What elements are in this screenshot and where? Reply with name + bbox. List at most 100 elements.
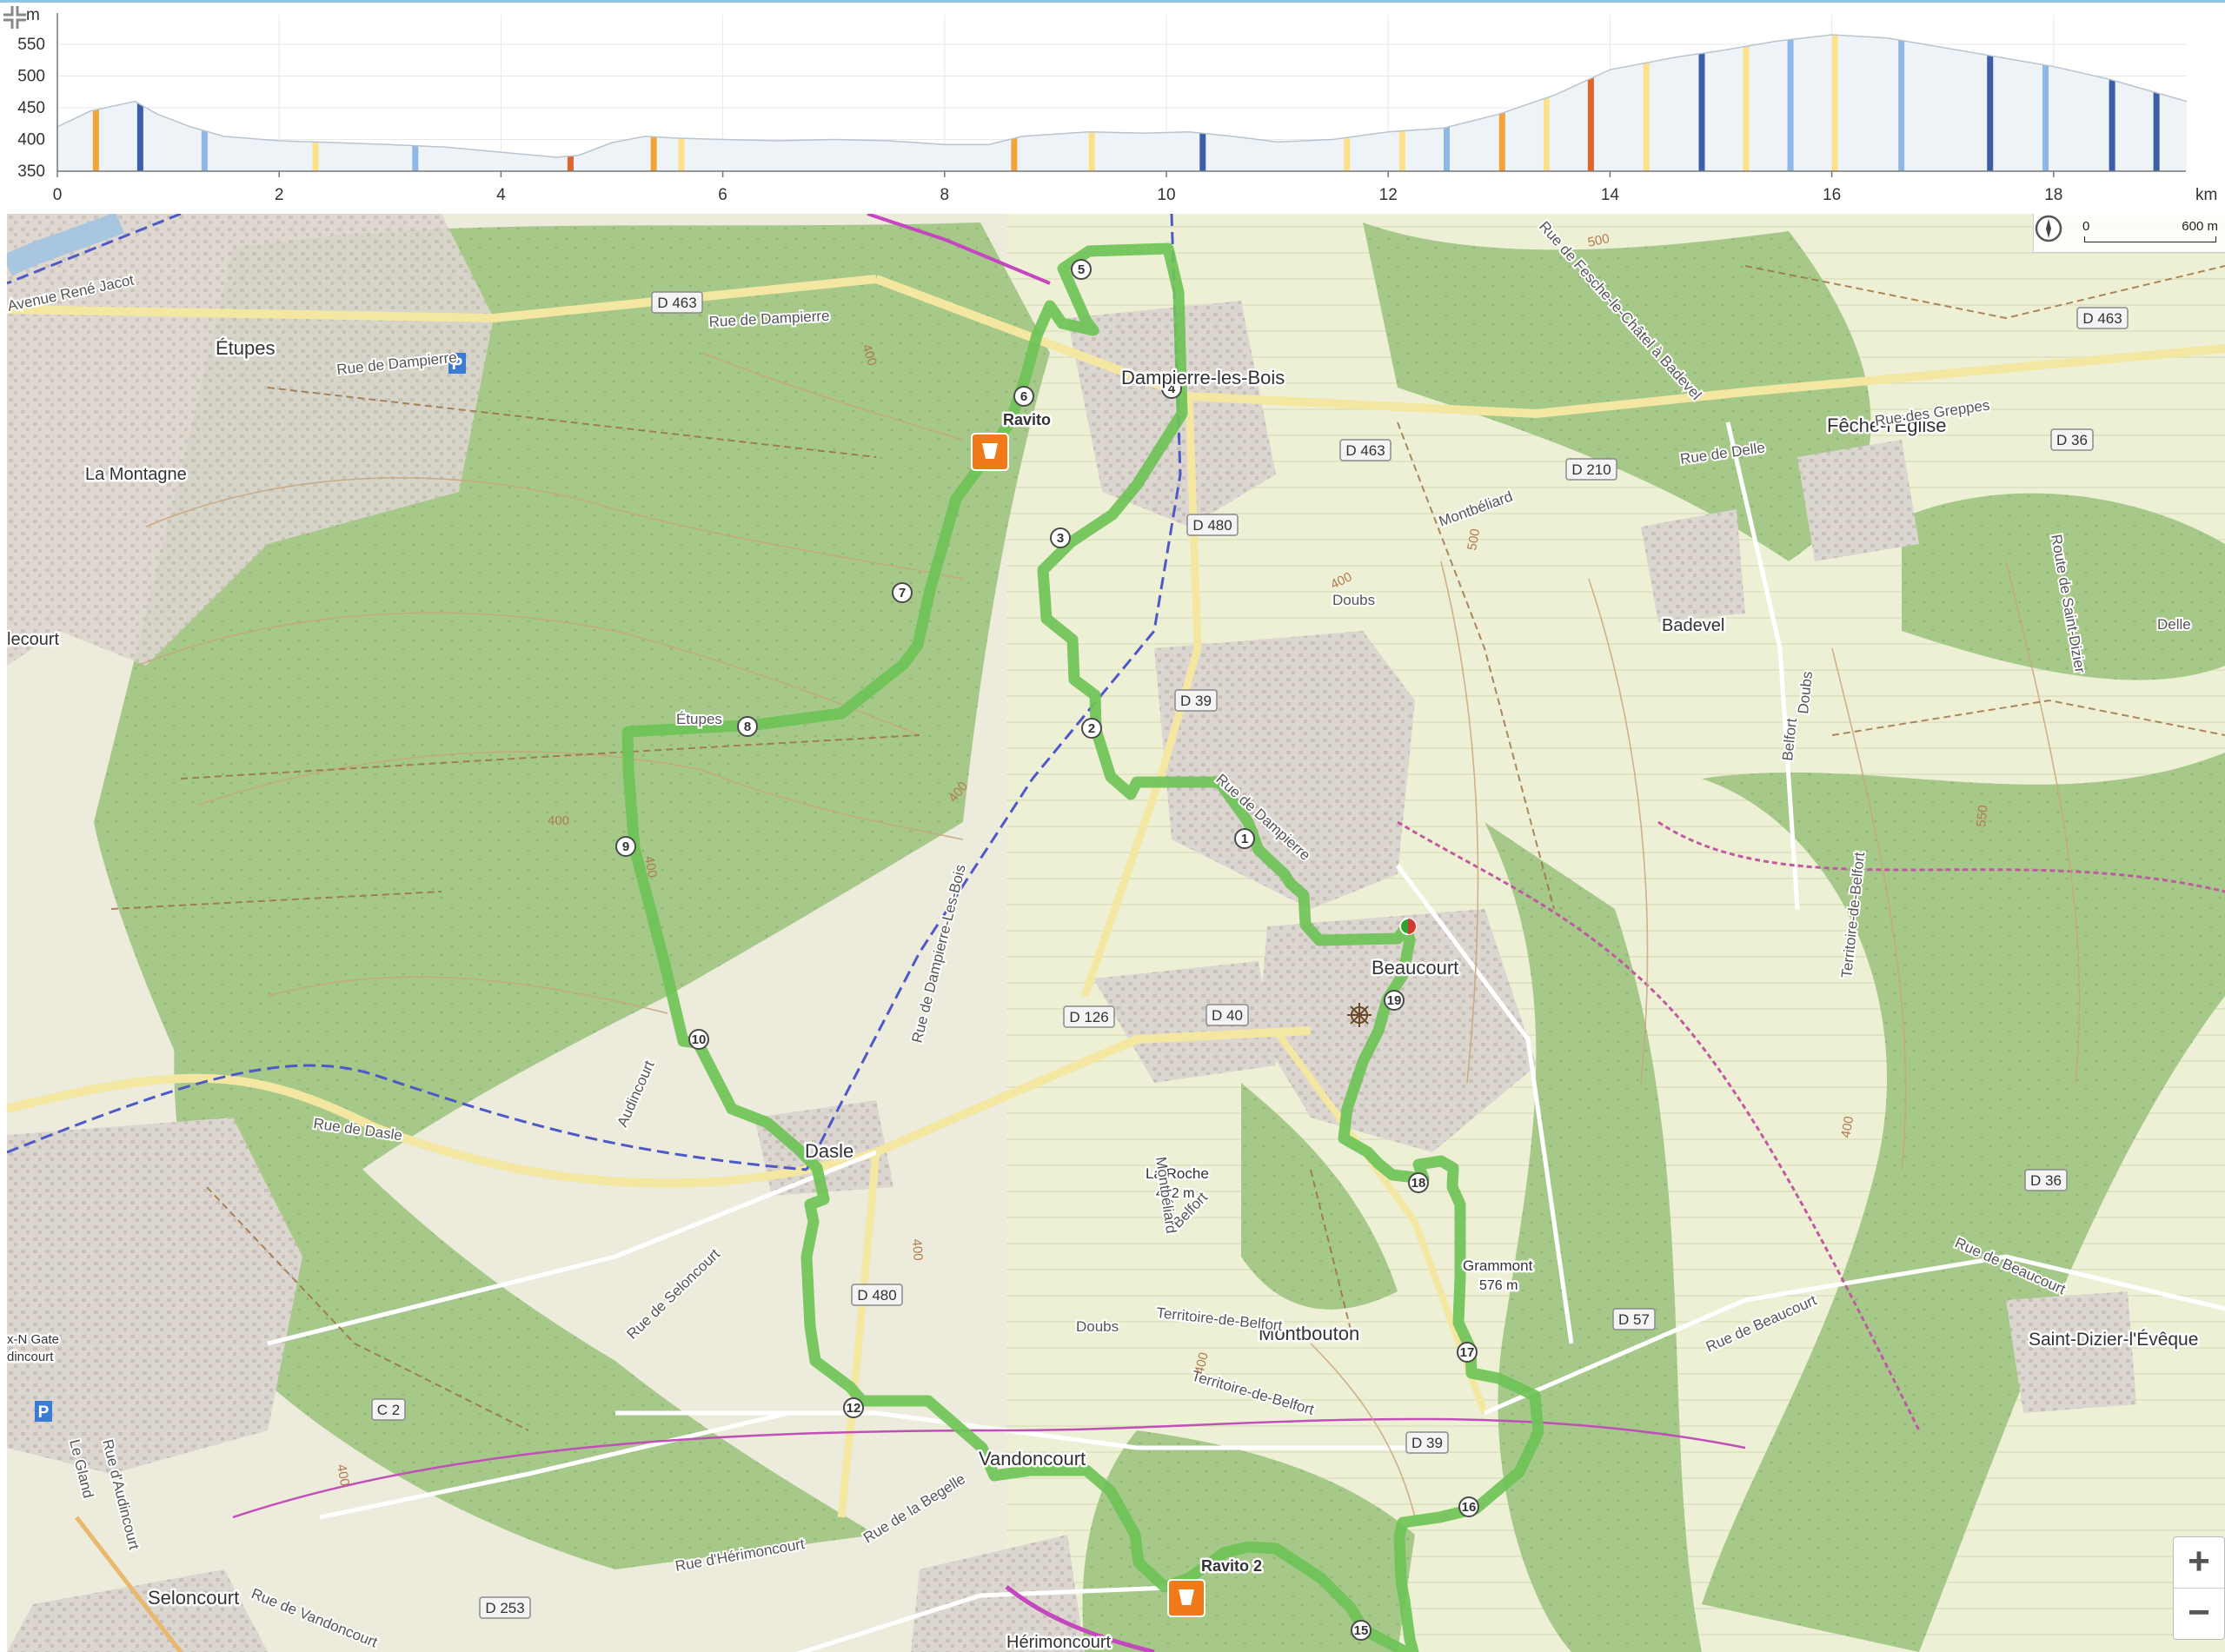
svg-text:D 480: D 480 xyxy=(1192,517,1232,534)
svg-text:Ravito 2: Ravito 2 xyxy=(1201,1557,1262,1575)
scale-zero-label: 0 xyxy=(2082,219,2090,234)
compass-icon[interactable] xyxy=(2034,214,2063,243)
contour-label: 550 xyxy=(1974,805,1991,828)
zoom-out-button[interactable]: − xyxy=(2174,1589,2224,1639)
x-tick-label: 16 xyxy=(1823,186,1841,204)
svg-text:17: 17 xyxy=(1460,1345,1475,1360)
place-label: La Montagne xyxy=(85,465,187,484)
x-tick-label: 4 xyxy=(496,186,506,204)
road-label: Delle xyxy=(2157,616,2191,633)
road-shield: D 36 xyxy=(2050,428,2094,451)
road-shield: D 210 xyxy=(1565,458,1617,481)
svg-text:9: 9 xyxy=(622,839,629,854)
svg-text:19: 19 xyxy=(1387,993,1402,1008)
svg-text:7: 7 xyxy=(899,586,906,600)
slope-stripe xyxy=(1498,36,1505,171)
x-tick-label: 12 xyxy=(1379,186,1398,204)
collapse-icon[interactable] xyxy=(0,3,30,32)
contour-label: 400 xyxy=(909,1238,926,1261)
svg-text:D 36: D 36 xyxy=(2056,432,2088,448)
km-marker: 6 xyxy=(1013,386,1034,407)
svg-text:Ravito: Ravito xyxy=(1003,411,1051,428)
place-label: Grammont xyxy=(1463,1257,1533,1274)
road-label: Doubs xyxy=(1076,1318,1119,1335)
km-marker: 1 xyxy=(1234,828,1255,849)
x-tick-label: 2 xyxy=(275,186,284,204)
place-label: dincourt xyxy=(7,1350,54,1364)
map-canvas[interactable]: 1 2 3 4 5 6 7 8 9 10 12 15 16 17 18 19 R… xyxy=(7,214,2225,1652)
road-shield: D 39 xyxy=(1405,1431,1449,1454)
slope-stripe xyxy=(1444,36,1450,171)
svg-text:D 210: D 210 xyxy=(1571,461,1611,478)
svg-text:10: 10 xyxy=(692,1032,707,1047)
slope-stripe xyxy=(1898,36,1905,171)
road-shield: D 126 xyxy=(1063,1005,1115,1028)
start-marker[interactable] xyxy=(1399,918,1417,935)
km-marker: 5 xyxy=(1071,259,1092,280)
contour-label: 400 xyxy=(548,813,569,828)
place-label: Étupes xyxy=(216,337,276,359)
svg-text:6: 6 xyxy=(1020,389,1027,404)
x-tick-label: 10 xyxy=(1157,186,1175,204)
slope-stripe xyxy=(1088,36,1095,171)
place-label: Dampierre-les-Bois xyxy=(1121,367,1285,388)
zoom-in-button[interactable]: + xyxy=(2174,1537,2224,1589)
y-tick-label: 350 xyxy=(17,163,45,181)
slope-stripe xyxy=(1587,36,1594,171)
svg-text:D 463: D 463 xyxy=(1345,442,1385,459)
slope-stripe xyxy=(312,36,319,171)
svg-text:3: 3 xyxy=(1057,531,1064,546)
place-label: Dasle xyxy=(805,1140,853,1162)
road-shield: D 57 xyxy=(1612,1308,1656,1330)
svg-text:8: 8 xyxy=(744,720,751,734)
slope-stripe xyxy=(1698,36,1705,171)
slope-stripe xyxy=(2109,36,2115,171)
svg-text:D 126: D 126 xyxy=(1069,1009,1108,1025)
elevation-chart: 5505004504003500 2 4 6 8 10 12 14 16 18mkm xyxy=(17,6,2217,204)
km-marker: 8 xyxy=(737,716,758,737)
slope-stripe xyxy=(650,36,657,171)
svg-text:D 57: D 57 xyxy=(1618,1311,1650,1328)
road-shield: D 480 xyxy=(851,1284,903,1306)
road-shield: D 40 xyxy=(1205,1004,1249,1026)
map-view[interactable]: 1 2 3 4 5 6 7 8 9 10 12 15 16 17 18 19 R… xyxy=(7,214,2225,1652)
place-label: lecourt xyxy=(7,630,59,649)
zoom-control[interactable]: + − xyxy=(2173,1536,2225,1640)
slope-stripe xyxy=(1344,36,1351,171)
svg-text:5: 5 xyxy=(1078,262,1085,277)
slope-stripe xyxy=(1787,36,1794,171)
svg-text:D 480: D 480 xyxy=(857,1287,896,1304)
slope-stripe xyxy=(201,36,208,171)
road-shield: D 480 xyxy=(1186,514,1239,536)
svg-text:12: 12 xyxy=(847,1401,861,1416)
km-marker: 7 xyxy=(892,582,913,603)
road-shield: D 463 xyxy=(651,291,703,314)
svg-text:D 253: D 253 xyxy=(485,1600,524,1616)
slope-stripe xyxy=(1831,36,1838,171)
scale-bar-line xyxy=(2084,236,2216,242)
slope-stripe xyxy=(1199,36,1206,171)
x-tick-label: 0 xyxy=(53,186,63,204)
svg-text:D 39: D 39 xyxy=(1180,693,1212,709)
slope-stripe xyxy=(2042,36,2049,171)
svg-text:16: 16 xyxy=(1462,1500,1477,1515)
road-shield: C 2 xyxy=(371,1398,406,1421)
place-label: Beaucourt xyxy=(1372,957,1458,979)
x-tick-label: 14 xyxy=(1601,186,1620,204)
place-label: Vandoncourt xyxy=(979,1448,1086,1470)
y-tick-label: 450 xyxy=(17,99,45,117)
x-tick-label: 6 xyxy=(718,186,727,204)
road-shield: D 36 xyxy=(2024,1169,2068,1191)
slope-stripe xyxy=(1398,36,1405,171)
elevation-area xyxy=(57,35,2187,171)
y-tick-label: 400 xyxy=(17,131,45,149)
km-marker: 17 xyxy=(1457,1342,1478,1363)
km-marker: 9 xyxy=(615,836,636,857)
svg-text:1: 1 xyxy=(1241,832,1248,846)
elevation-profile[interactable]: 550 500 450 400 350 0 2 4 6 8 10 12 14 16 18 m km xyxy=(0,0,2225,214)
parking-icon: P xyxy=(35,1401,52,1422)
place-label: Badevel xyxy=(1662,616,1724,635)
place-label: Seloncourt xyxy=(148,1587,239,1609)
y-tick-label: 550 xyxy=(17,36,45,54)
scale-bar: 0 600 m xyxy=(2033,214,2225,253)
